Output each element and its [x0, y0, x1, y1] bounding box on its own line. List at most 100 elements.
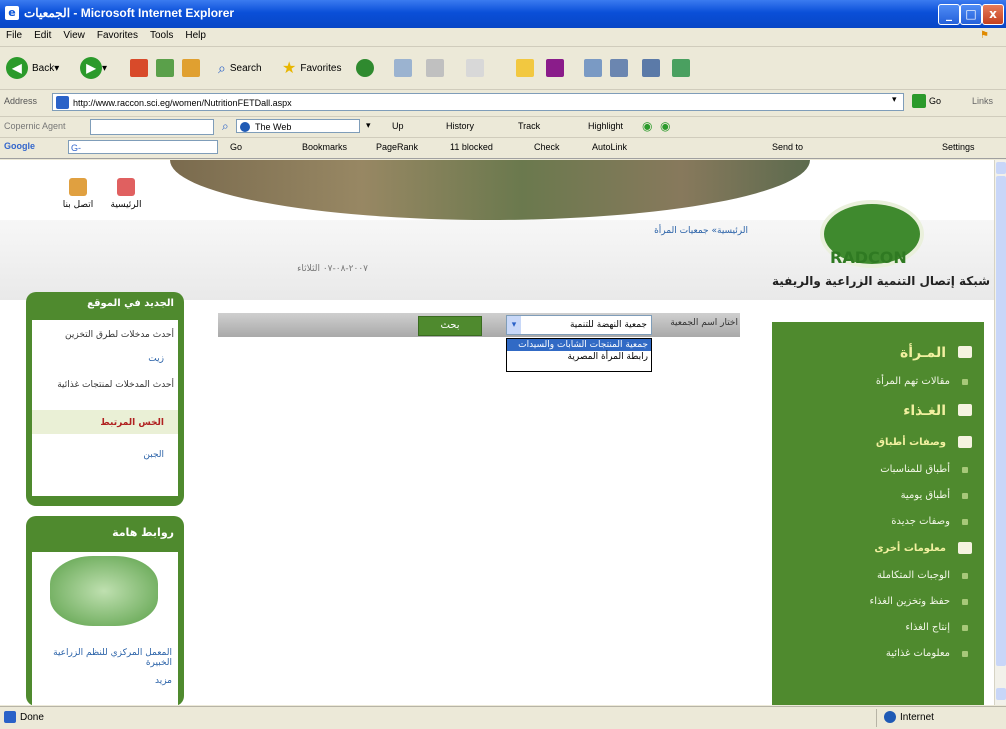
menu-item[interactable]: الوجبات المتكاملة — [772, 564, 984, 588]
google-toolbar: Google G- Go Bookmarks PageRank 11 block… — [0, 138, 1006, 159]
header-banner-image — [170, 160, 810, 220]
folder-icon — [958, 346, 972, 358]
menu-item[interactable]: إنتاج الغذاء — [772, 616, 984, 640]
address-input[interactable]: http://www.raccon.sci.eg/women/Nutrition… — [52, 93, 904, 111]
new-box: الجديد في الموقع أحدث مدخلات لطرق التخزي… — [26, 292, 184, 506]
mail-button[interactable] — [426, 55, 444, 81]
bullet-icon — [962, 651, 968, 657]
google-search-input[interactable]: G- — [68, 140, 218, 154]
google-bookmarks[interactable]: Bookmarks — [302, 142, 347, 152]
menu-item[interactable]: أطباق يومية — [772, 484, 984, 508]
search-row: بحث جمعية النهضة للتنمية ▾ اختار اسم الج… — [218, 313, 740, 337]
copernic-category-select[interactable]: The Web — [236, 119, 360, 133]
google-check[interactable]: Check — [534, 142, 560, 152]
scroll-up-icon[interactable] — [996, 162, 1006, 174]
print-button[interactable] — [466, 55, 484, 81]
maximize-button[interactable]: □ — [960, 4, 982, 25]
search-button[interactable]: ⌕ Search — [218, 55, 262, 81]
side-menu: المـرأة مقالات تهم المرأة الغـذاء وصفات … — [772, 322, 984, 705]
google-autolink[interactable]: AutoLink — [592, 142, 627, 152]
tool-button-2[interactable] — [610, 55, 628, 81]
copernic-up[interactable]: Up — [392, 121, 404, 131]
copernic-prev-icon[interactable]: ◉ — [642, 119, 652, 133]
scroll-thumb[interactable] — [996, 176, 1006, 666]
dropdown-option[interactable]: جمعية المنتجات الشابات والسيدات — [507, 339, 651, 351]
date-label: ٢٠٠٧-٠٨-٠٧ الثلاثاء — [297, 264, 368, 274]
association-select[interactable]: جمعية النهضة للتنمية ▾ — [506, 315, 652, 335]
address-dropdown-icon[interactable]: ▾ — [892, 95, 897, 105]
menu-heading-food[interactable]: الغـذاء — [772, 396, 984, 426]
menu-favorites[interactable]: Favorites — [91, 28, 144, 43]
menu-item[interactable]: أطباق للمناسبات — [772, 458, 984, 482]
contact-link[interactable]: اتصل بنا — [60, 178, 96, 210]
menu-item[interactable]: معلومات غذائية — [772, 642, 984, 666]
address-label: Address — [4, 96, 38, 106]
select-dropdown-icon[interactable]: ▾ — [507, 316, 521, 334]
new-box-body: أحدث مدخلات لطرق التخزين زيت أحدث المدخل… — [32, 320, 178, 496]
breadcrumb[interactable]: الرئيسية» جمعيات المرأة — [598, 226, 748, 236]
more-link[interactable]: مزيد — [32, 676, 172, 686]
page-content: اتصل بنا الرئيسية الرئيسية» جمعيات المرأ… — [0, 160, 994, 705]
copernic-label: Copernic Agent — [4, 121, 66, 131]
scroll-down-icon[interactable] — [996, 688, 1006, 700]
google-sendto[interactable]: Send to — [772, 142, 803, 152]
dropdown-option[interactable]: رابطة المرأة المصرية — [507, 351, 651, 363]
back-label: Back — [32, 62, 55, 74]
menu-help[interactable]: Help — [179, 28, 212, 43]
home-link[interactable]: الرئيسية — [106, 178, 146, 210]
menu-tools[interactable]: Tools — [144, 28, 179, 43]
home-icon — [182, 59, 200, 77]
copernic-dropdown-icon[interactable]: ▾ — [366, 120, 371, 131]
refresh-button[interactable] — [156, 55, 174, 81]
go-button[interactable]: Go — [912, 94, 941, 108]
google-go[interactable]: Go — [230, 142, 242, 152]
favorites-button[interactable]: ★ Favorites — [282, 55, 341, 81]
menu-item[interactable]: وصفات جديدة — [772, 510, 984, 534]
folder-button[interactable] — [516, 55, 534, 81]
messenger-button[interactable] — [546, 55, 564, 81]
tool-button-1[interactable] — [584, 55, 602, 81]
media-button[interactable] — [356, 55, 374, 81]
menu-heading-recipes[interactable]: وصفات أطباق — [772, 428, 984, 458]
copernic-search-icon[interactable]: ⌕ — [222, 119, 229, 134]
bullet-icon — [962, 379, 968, 385]
copernic-history[interactable]: History — [446, 121, 474, 131]
close-button[interactable]: x — [982, 4, 1004, 25]
minimize-button[interactable]: _ — [938, 4, 960, 25]
links-box-body: المعمل المركزي للنظم الزراعية الخبيرة مز… — [32, 552, 178, 705]
home-button[interactable] — [182, 55, 200, 81]
forward-button[interactable]: ▶ ▾ — [80, 55, 107, 81]
menu-item[interactable]: مقالات تهم المرأة — [772, 370, 984, 394]
copernic-highlight[interactable]: Highlight — [588, 121, 623, 131]
menu-heading-info[interactable]: معلومات أخرى — [772, 534, 984, 564]
back-button[interactable]: ◀ Back ▾ — [6, 55, 59, 81]
links-label[interactable]: Links — [972, 96, 993, 106]
copernic-track[interactable]: Track — [518, 121, 540, 131]
folder-icon — [516, 59, 534, 77]
menu-edit[interactable]: Edit — [28, 28, 57, 43]
tool-button-3[interactable] — [642, 55, 660, 81]
new-item-link[interactable]: الجبن — [32, 450, 164, 460]
new-item-link[interactable]: الخس المرتبط — [32, 418, 164, 428]
menu-heading-woman[interactable]: المـرأة — [772, 338, 984, 368]
google-pagerank[interactable]: PageRank — [376, 142, 418, 152]
google-logo: Google — [4, 141, 35, 151]
search-label: Search — [229, 62, 262, 74]
history-button[interactable] — [394, 55, 412, 81]
new-item-link[interactable]: زيت — [32, 354, 164, 364]
tool-button-4[interactable] — [672, 55, 690, 81]
copernic-next-icon[interactable]: ◉ — [660, 119, 670, 133]
lab-link[interactable]: المعمل المركزي للنظم الزراعية الخبيرة — [32, 648, 172, 668]
vertical-scrollbar[interactable] — [994, 160, 1006, 705]
status-bar: Done Internet — [0, 706, 1006, 729]
stop-button[interactable] — [130, 55, 148, 81]
menu-item[interactable]: حفظ وتخزين الغذاء — [772, 590, 984, 614]
menu-view[interactable]: View — [57, 28, 91, 43]
copernic-search-input[interactable] — [90, 119, 214, 135]
bullet-icon — [962, 573, 968, 579]
google-settings[interactable]: Settings — [942, 142, 975, 152]
menu-file[interactable]: File — [0, 28, 28, 43]
search-submit-button[interactable]: بحث — [418, 316, 482, 336]
google-blocked[interactable]: 11 blocked — [450, 142, 493, 152]
forward-arrow-icon: ▶ — [80, 57, 102, 79]
